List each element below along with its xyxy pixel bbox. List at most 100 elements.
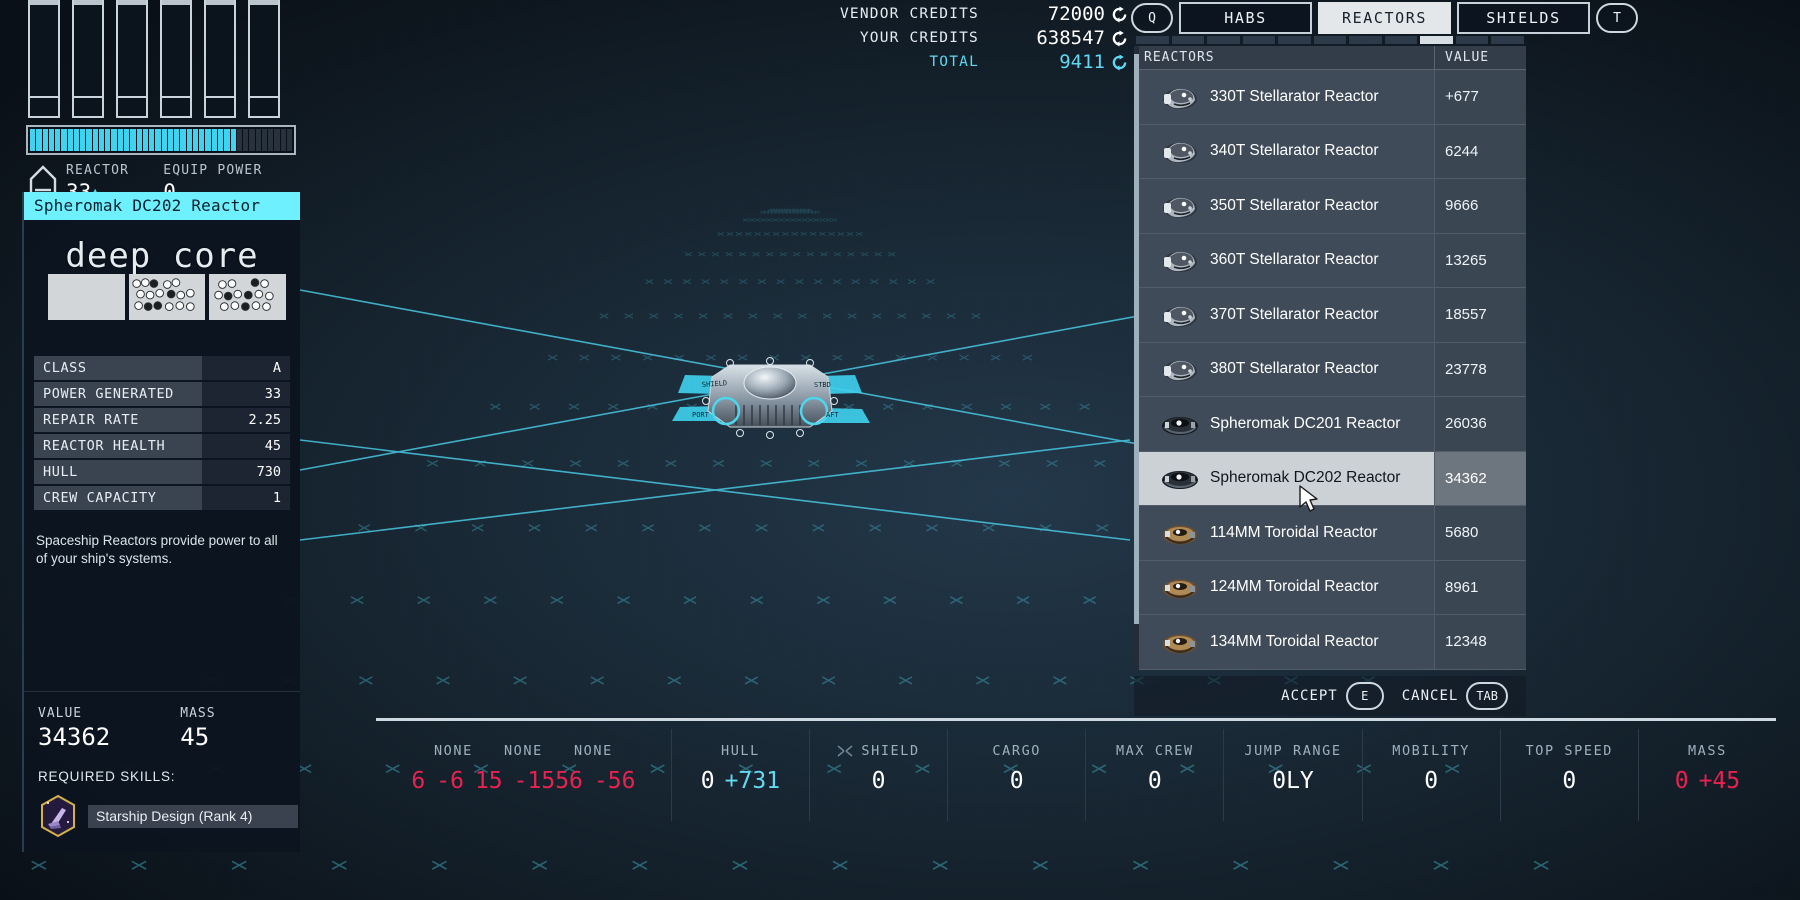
table-row[interactable]: 350T Stellarator Reactor 9666 <box>1134 179 1526 234</box>
stat-value: 1 <box>202 486 290 510</box>
module-list-panel[interactable]: REACTORS VALUE 330T Stellarator Reactor +… <box>1134 46 1526 670</box>
stellarator-reactor-icon <box>1158 189 1202 223</box>
power-bar-tick <box>55 129 61 151</box>
tab-reactors[interactable]: REACTORS <box>1318 2 1451 34</box>
power-slot[interactable] <box>116 0 148 118</box>
category-tabbar[interactable]: Q HABS REACTORS SHIELDS T <box>1131 2 1638 34</box>
table-row[interactable]: 114MM Toroidal Reactor 5680 <box>1134 506 1526 561</box>
list-row-name-cell[interactable]: 114MM Toroidal Reactor <box>1134 506 1434 560</box>
table-row[interactable]: 330T Stellarator Reactor +677 <box>1134 70 1526 125</box>
weapon-slot: NONE <box>558 743 628 759</box>
stat-values: 0LY <box>1272 768 1314 794</box>
list-row-name-cell[interactable]: 330T Stellarator Reactor <box>1134 70 1434 124</box>
module-stats-table: CLASS A POWER GENERATED 33 REPAIR RATE 2.25 RE… <box>34 356 290 512</box>
power-bar-tick <box>123 129 130 151</box>
stats-bar-divider <box>376 718 1776 721</box>
power-bar-tick <box>230 129 236 151</box>
list-row-name-cell[interactable]: 380T Stellarator Reactor <box>1134 342 1434 396</box>
required-skill-row[interactable]: Starship Design (Rank 4) <box>38 794 300 838</box>
reactor-power-bar[interactable] <box>26 125 296 155</box>
credits-row: VENDOR CREDITS 72000 <box>828 2 1128 26</box>
tab-underline-segment <box>1384 36 1418 44</box>
stat-cell-shield: SHIELD 0 <box>810 729 949 821</box>
power-slot[interactable] <box>204 0 236 118</box>
stat-key: REPAIR RATE <box>34 408 202 432</box>
module-list-scrollbar[interactable] <box>1134 46 1139 670</box>
list-row-label: 114MM Toroidal Reactor <box>1210 523 1378 541</box>
power-bar-tick <box>186 129 192 151</box>
stat-label-row: MOBILITY <box>1392 743 1470 759</box>
stat-label: MAX CREW <box>1115 743 1194 759</box>
ship-builder-screen: SHIELD PORT AFT STBD REACTOR 33▲ EQUIP P… <box>0 0 1800 900</box>
next-tab-key[interactable]: T <box>1596 3 1638 33</box>
power-bar-tick <box>255 129 261 151</box>
power-slot[interactable] <box>72 0 104 118</box>
module-list-body[interactable]: 330T Stellarator Reactor +677 340T Stellar… <box>1134 70 1526 670</box>
prev-tab-key[interactable]: Q <box>1131 3 1173 33</box>
power-bar-tick <box>86 129 92 151</box>
power-bar-tick <box>286 129 293 151</box>
list-action-bar[interactable]: ACCEPT E CANCEL TAB <box>1134 676 1526 716</box>
mass-label: MASS <box>180 706 216 721</box>
power-bar-tick <box>211 129 217 151</box>
power-slot[interactable] <box>28 0 60 118</box>
stat-values: 0 <box>1148 768 1162 794</box>
list-row-name-cell[interactable]: 360T Stellarator Reactor <box>1134 233 1434 287</box>
list-row-name-cell[interactable]: 370T Stellarator Reactor <box>1134 288 1434 342</box>
stat-cell-mobility: MOBILITY 0 <box>1363 729 1501 821</box>
cancel-key[interactable]: TAB <box>1466 682 1508 710</box>
stat-base-value: 0 <box>1147 768 1162 794</box>
table-row[interactable]: 380T Stellarator Reactor 23778 <box>1134 342 1526 397</box>
stat-values: 0 <box>1010 768 1024 794</box>
table-row[interactable]: 124MM Toroidal Reactor 8961 <box>1134 560 1526 615</box>
table-row[interactable]: Spheromak DC201 Reactor 26036 <box>1134 397 1526 452</box>
list-row-name-cell[interactable]: 340T Stellarator Reactor <box>1134 124 1434 178</box>
stat-cell-jump-range: JUMP RANGE 0LY <box>1224 729 1363 821</box>
power-slot-list[interactable] <box>22 0 302 118</box>
list-row-value: 23778 <box>1434 342 1526 396</box>
mass-summary: MASS 45 <box>180 706 215 751</box>
list-row-name-cell[interactable]: 350T Stellarator Reactor <box>1134 179 1434 233</box>
power-bar-tick <box>48 129 55 151</box>
credits-value: 638547 <box>1036 27 1105 49</box>
stat-cell-hull: HULL 0 +731 <box>672 729 810 821</box>
list-row-label: 340T Stellarator Reactor <box>1210 142 1379 160</box>
power-bar-tick <box>36 129 42 151</box>
tab-underline-segment <box>1313 36 1347 44</box>
table-row[interactable]: 370T Stellarator Reactor 18557 <box>1134 288 1526 343</box>
power-bar-tick <box>205 129 211 151</box>
power-slot[interactable] <box>248 0 280 118</box>
table-row[interactable]: 134MM Toroidal Reactor 12348 <box>1134 615 1526 670</box>
power-bar-tick <box>161 129 167 151</box>
stat-cell-top-speed: TOP SPEED 0 <box>1501 729 1639 821</box>
list-row-name-cell[interactable]: 124MM Toroidal Reactor <box>1134 560 1434 614</box>
power-allocation-widget[interactable]: REACTOR 33▲ EQUIP POWER 0 <box>22 0 302 204</box>
list-row-name-cell[interactable]: Spheromak DC202 Reactor <box>1134 451 1434 505</box>
stat-label-row: CARGO <box>992 743 1041 759</box>
credit-icon <box>1112 53 1127 71</box>
list-row-name-cell[interactable]: 134MM Toroidal Reactor <box>1134 615 1434 669</box>
power-bar-tick <box>180 129 186 151</box>
tab-shields[interactable]: SHIELDS <box>1457 2 1590 34</box>
power-bar-tick <box>30 129 36 151</box>
tab-underline-segment <box>1242 36 1276 44</box>
module-description: Spaceship Reactors provide power to all … <box>36 533 278 567</box>
list-row-name-cell[interactable]: Spheromak DC201 Reactor <box>1134 397 1434 451</box>
table-row[interactable]: 340T Stellarator Reactor 6244 <box>1134 124 1526 179</box>
manufacturer-artwork: deep core <box>24 220 300 342</box>
accept-key[interactable]: E <box>1345 682 1384 710</box>
stat-label: JUMP RANGE <box>1244 743 1342 759</box>
stat-cell-max-crew: MAX CREW 0 <box>1086 729 1225 821</box>
stat-label-row: MAX CREW <box>1116 743 1194 759</box>
table-row[interactable]: 360T Stellarator Reactor 13265 <box>1134 233 1526 288</box>
spheromak-reactor-icon <box>1158 461 1202 495</box>
stat-label-row: TOP SPEED <box>1525 743 1613 759</box>
scrollbar-thumb[interactable] <box>1134 54 1139 624</box>
table-row[interactable]: Spheromak DC202 Reactor 34362 <box>1134 451 1526 506</box>
tab-habs[interactable]: HABS <box>1179 2 1312 34</box>
manufacturer-name: deep core <box>65 236 259 276</box>
stat-value: 33 <box>202 382 290 406</box>
column-header-value: VALUE <box>1434 46 1526 69</box>
power-slot[interactable] <box>160 0 192 118</box>
list-row-value: 12348 <box>1434 615 1526 669</box>
